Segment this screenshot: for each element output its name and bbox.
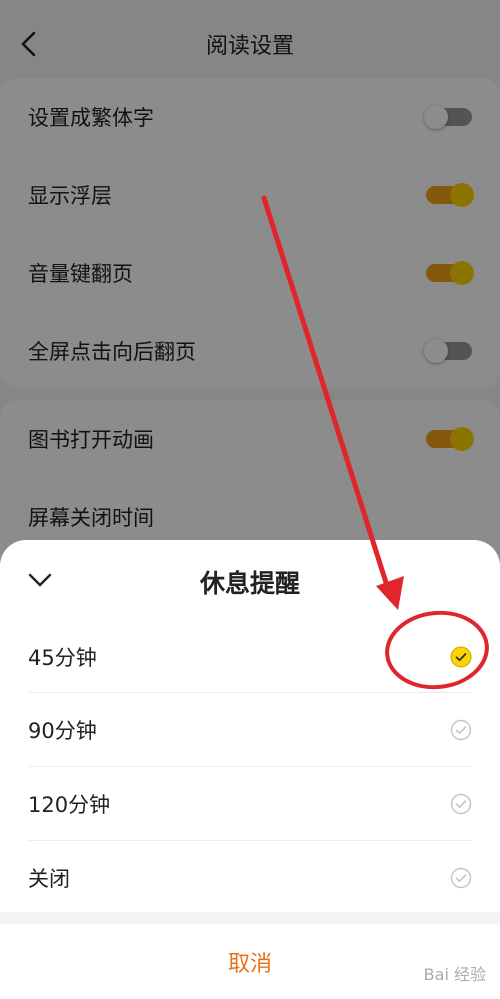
- option-off[interactable]: 关闭: [28, 841, 472, 915]
- sheet-separator: [0, 912, 500, 924]
- sheet-header: 休息提醒: [0, 540, 500, 620]
- option-90-minutes[interactable]: 90分钟: [28, 693, 472, 767]
- check-circle-icon: [450, 793, 472, 815]
- rest-reminder-sheet: 休息提醒 45分钟 90分钟 120分钟 关闭 取消: [0, 540, 500, 999]
- option-label: 45分钟: [28, 646, 97, 670]
- option-45-minutes[interactable]: 45分钟: [28, 620, 472, 694]
- check-circle-icon: [450, 646, 472, 668]
- option-label: 120分钟: [28, 793, 111, 817]
- check-circle-icon: [450, 867, 472, 889]
- option-120-minutes[interactable]: 120分钟: [28, 767, 472, 841]
- sheet-title: 休息提醒: [199, 569, 300, 598]
- check-circle-icon: [450, 719, 472, 741]
- option-label: 关闭: [28, 867, 70, 891]
- option-label: 90分钟: [28, 719, 97, 743]
- watermark: Bai 经验: [423, 965, 486, 984]
